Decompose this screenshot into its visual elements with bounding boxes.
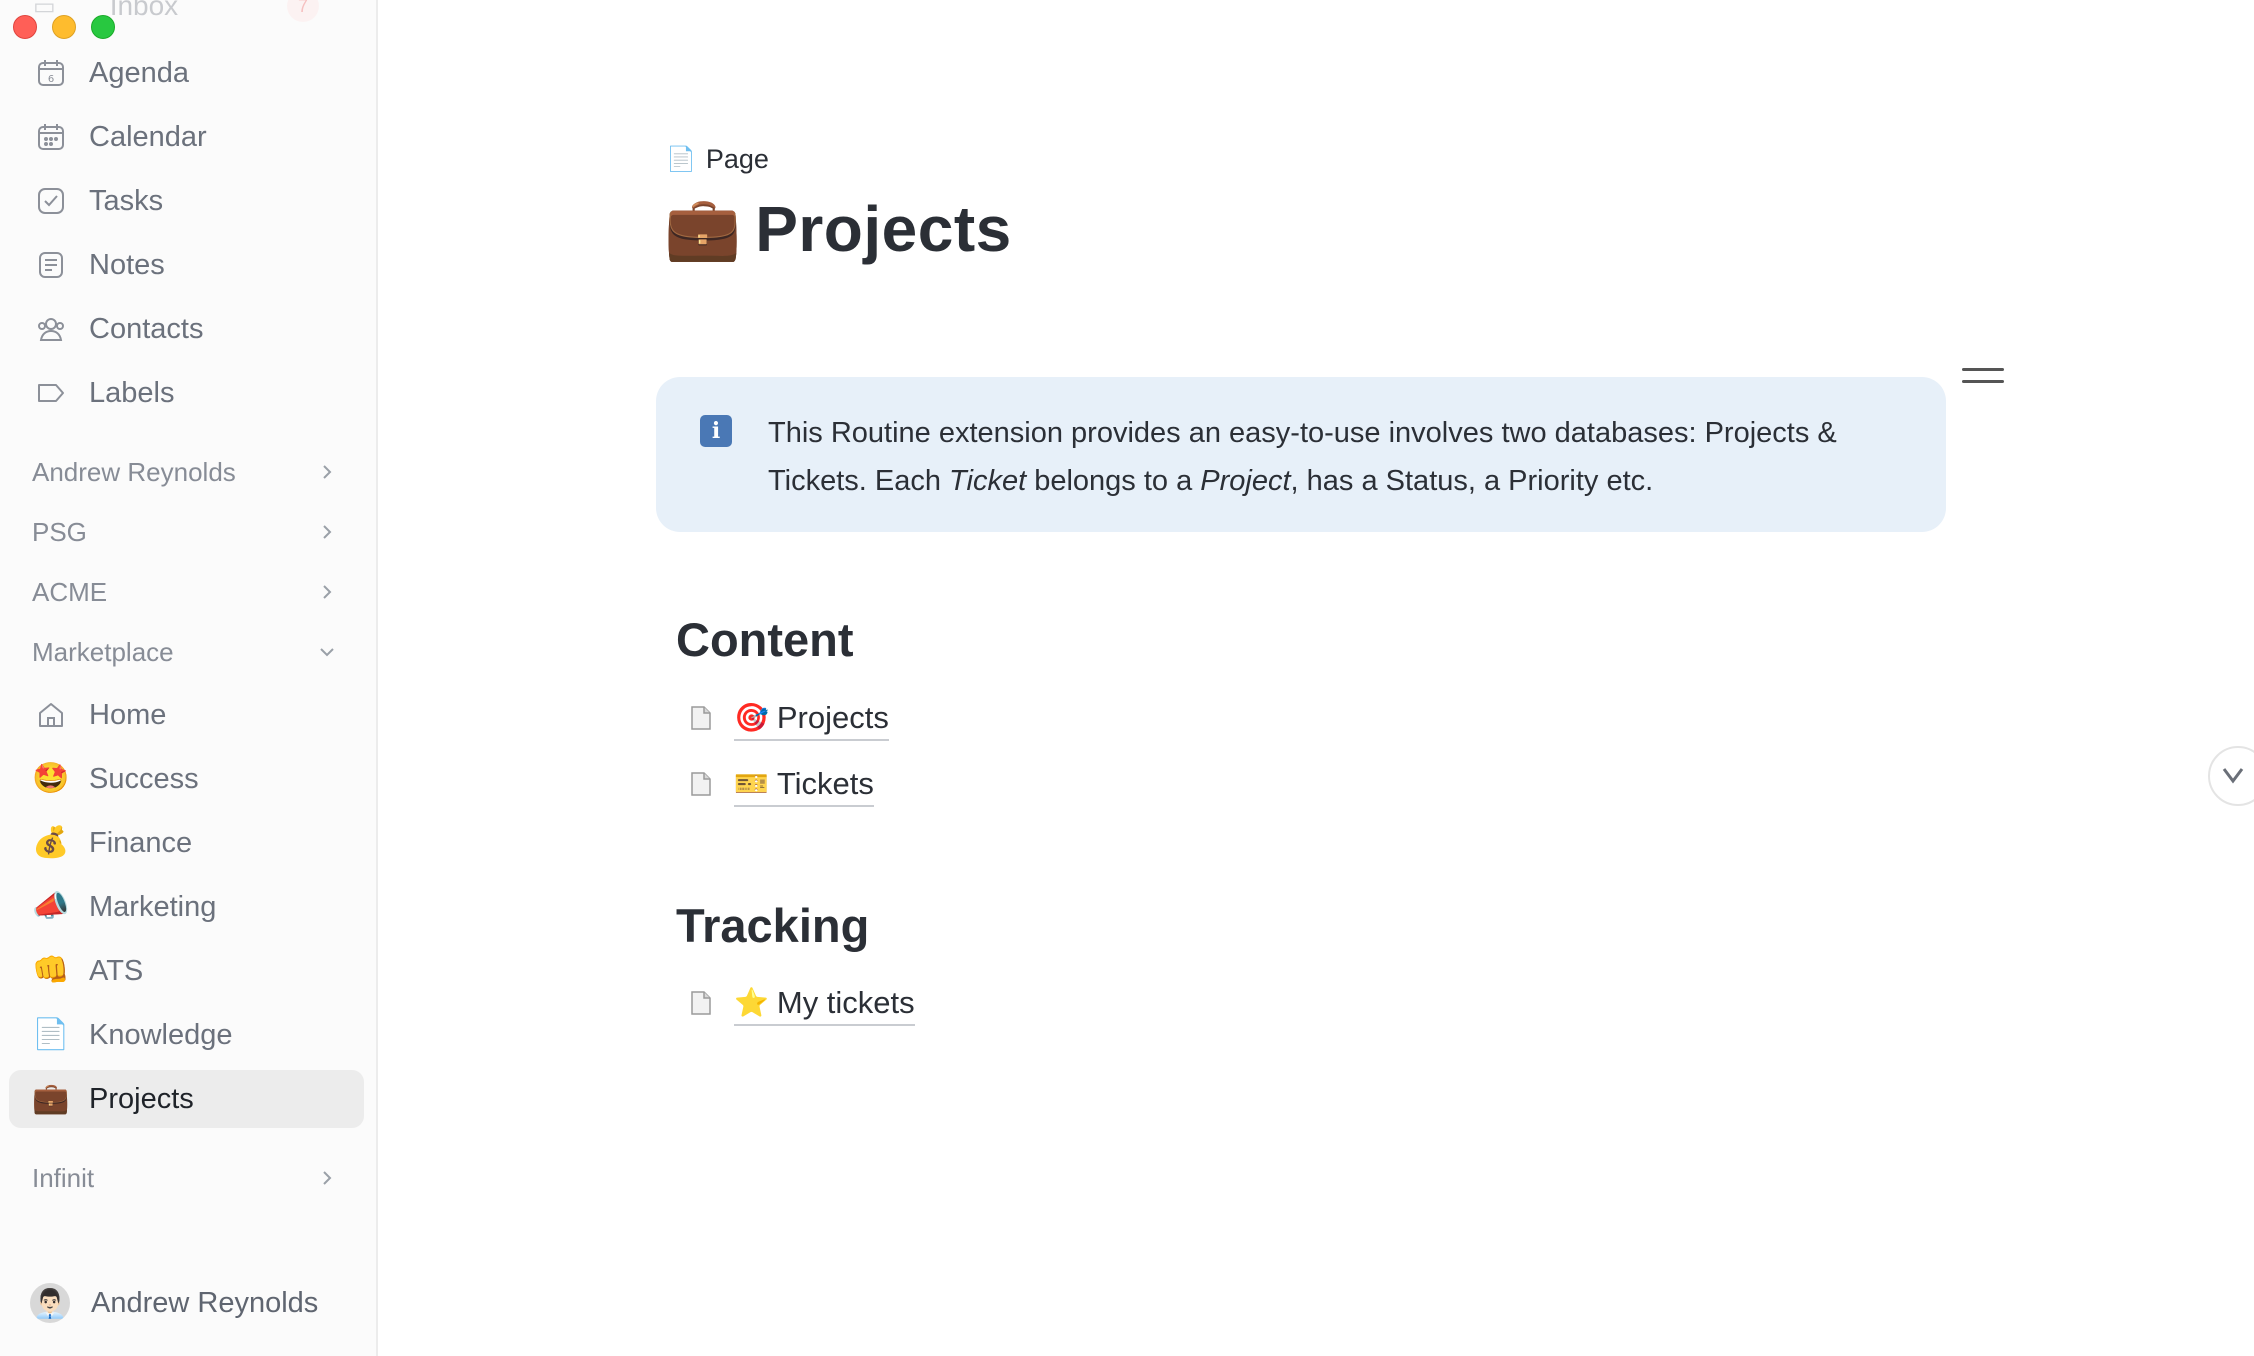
sidebar-item-success[interactable]: 🤩 Success (9, 750, 364, 808)
breadcrumb[interactable]: 📄 Page (666, 144, 769, 175)
maximize-window-button[interactable] (91, 15, 115, 39)
sidebar-item-knowledge[interactable]: 📄 Knowledge (9, 1006, 364, 1064)
sidebar-item-label: Calendar (89, 120, 207, 153)
sidebar-item-label: Agenda (89, 56, 189, 89)
user-name: Andrew Reynolds (91, 1286, 319, 1319)
sidebar-item-label: Labels (89, 376, 175, 409)
page-link[interactable]: ⭐ My tickets (734, 985, 915, 1026)
briefcase-icon: 💼 (664, 194, 742, 263)
document-icon (690, 990, 720, 1022)
home-icon (33, 697, 69, 733)
star-struck-emoji-icon: 🤩 (32, 762, 70, 795)
breadcrumb-label: Page (705, 144, 769, 174)
sidebar-item-label: ATS (89, 954, 144, 987)
sidebar-item-calendar[interactable]: Calendar (9, 108, 364, 166)
chevron-right-icon (318, 583, 336, 601)
section-heading-content: Content (676, 613, 854, 666)
page-link-label: Projects (776, 700, 889, 735)
sidebar-item-projects[interactable]: 💼 Projects (9, 1070, 364, 1128)
sidebar-item-label: Marketing (89, 890, 217, 923)
sidebar-item-label: Tasks (89, 184, 164, 217)
info-icon: i (700, 415, 732, 447)
chevron-right-icon (318, 1169, 336, 1187)
sidebar-item-marketing[interactable]: 📣 Marketing (9, 878, 364, 936)
sidebar-item-label: Success (89, 762, 199, 795)
chevron-right-icon (318, 463, 336, 481)
sidebar-group-andrew-reynolds[interactable]: Andrew Reynolds (9, 448, 364, 496)
target-icon: 🎯 (734, 702, 769, 733)
sidebar-group-infinit[interactable]: Infinit (9, 1154, 364, 1202)
fist-icon: 👊 (32, 954, 70, 987)
sidebar-item-label: Notes (89, 248, 165, 281)
sidebar-item-tasks[interactable]: Tasks (9, 172, 364, 230)
collapse-panel-button[interactable] (2208, 746, 2254, 806)
sidebar-item-finance[interactable]: 💰 Finance (9, 814, 364, 872)
sidebar-item-label: Contacts (89, 312, 204, 345)
document-icon (690, 705, 720, 737)
page-icon: 📄 (666, 146, 696, 173)
sidebar-item-ats[interactable]: 👊 ATS (9, 942, 364, 1000)
sidebar-item-home[interactable]: Home (9, 686, 364, 744)
sidebar-group-psg[interactable]: PSG (9, 508, 364, 556)
sidebar-item-labels[interactable]: Labels (9, 364, 364, 422)
sidebar-item-agenda[interactable]: 6 Agenda (9, 44, 364, 102)
ticket-icon: 🎫 (734, 768, 769, 799)
note-icon (33, 247, 69, 283)
briefcase-icon: 💼 (32, 1082, 70, 1115)
sidebar-item-label: Home (89, 698, 167, 731)
section-heading-tracking: Tracking (676, 899, 870, 952)
chevron-right-icon (318, 523, 336, 541)
sidebar-item-label: Inbox (109, 0, 179, 21)
user-profile[interactable]: 👨🏻‍💼 Andrew Reynolds (30, 1283, 318, 1323)
calendar-day-icon: 6 (33, 55, 69, 91)
label-icon (33, 375, 69, 411)
page-link-my-tickets[interactable]: ⭐ My tickets (690, 985, 915, 1026)
page-link-label: Tickets (776, 766, 874, 801)
minimize-window-button[interactable] (52, 15, 76, 39)
sidebar-item-label: Projects (89, 1082, 194, 1115)
chevron-down-icon (318, 643, 336, 661)
sidebar-item-notes[interactable]: Notes (9, 236, 364, 294)
sidebar-item-label: Finance (89, 826, 193, 859)
sidebar-group-label: Marketplace (32, 636, 174, 667)
money-bag-icon: 💰 (32, 826, 70, 859)
page-title: 💼 Projects (664, 192, 1012, 266)
window-controls (13, 15, 115, 39)
avatar: 👨🏻‍💼 (30, 1283, 70, 1323)
svg-text:6: 6 (48, 74, 54, 85)
close-window-button[interactable] (13, 15, 37, 39)
info-callout: i This Routine extension provides an eas… (656, 377, 1946, 532)
sidebar-group-label: PSG (32, 516, 87, 547)
chevron-down-icon (2220, 761, 2246, 792)
callout-text[interactable]: This Routine extension provides an easy-… (768, 409, 1918, 505)
page-link-projects[interactable]: 🎯 Projects (690, 700, 889, 741)
sidebar: ▭ Inbox 7 6 Agenda Calendar Tasks Notes … (0, 0, 378, 1356)
contacts-icon (33, 311, 69, 347)
megaphone-icon: 📣 (32, 890, 70, 923)
page-link-tickets[interactable]: 🎫 Tickets (690, 766, 874, 807)
page-title-text[interactable]: Projects (755, 192, 1012, 266)
page-link[interactable]: 🎯 Projects (734, 700, 889, 741)
page-link-label: My tickets (776, 985, 915, 1020)
sidebar-item-contacts[interactable]: Contacts (9, 300, 364, 358)
page-link[interactable]: 🎫 Tickets (734, 766, 874, 807)
sidebar-group-label: Infinit (32, 1162, 95, 1193)
sidebar-item-label: Knowledge (89, 1018, 233, 1051)
inbox-count-badge: 7 (287, 0, 319, 22)
main-content: 📄 Page 💼 Projects i This Routine extensi… (378, 0, 2254, 1356)
sidebar-group-marketplace[interactable]: Marketplace (9, 628, 364, 676)
document-icon: 📄 (32, 1018, 70, 1051)
star-icon: ⭐ (734, 987, 769, 1018)
menu-icon[interactable] (1962, 368, 2004, 398)
sidebar-group-label: ACME (32, 576, 108, 607)
document-icon (690, 771, 720, 803)
sidebar-group-label: Andrew Reynolds (32, 456, 236, 487)
checkbox-icon (33, 183, 69, 219)
sidebar-group-acme[interactable]: ACME (9, 568, 364, 616)
calendar-icon (33, 119, 69, 155)
